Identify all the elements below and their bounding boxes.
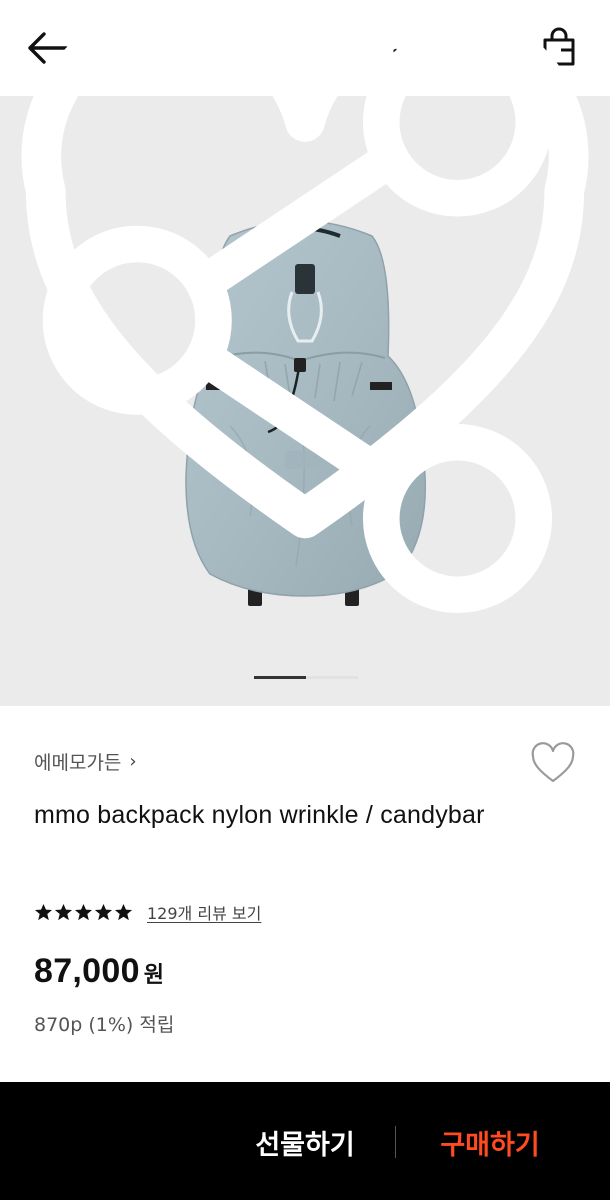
carousel-indicator-inactive xyxy=(306,676,358,679)
product-title: mmo backpack nylon wrinkle / candybar xyxy=(34,801,485,829)
star-icon xyxy=(74,903,93,920)
chevron-right-icon: › xyxy=(129,751,137,772)
share-icon[interactable] xyxy=(0,0,610,641)
price-unit: 원 xyxy=(143,963,165,988)
star-icon xyxy=(54,903,73,920)
heart-outline-icon[interactable] xyxy=(530,742,576,786)
review-link[interactable]: 129개 리뷰 보기 xyxy=(147,900,261,924)
star-icon xyxy=(114,903,133,920)
buy-button[interactable]: 구매하기 xyxy=(410,1110,570,1174)
star-rating xyxy=(34,903,133,922)
rating-row: 129개 리뷰 보기 xyxy=(34,900,261,924)
star-icon xyxy=(34,903,53,920)
price: 87,000 원 xyxy=(34,952,164,991)
star-icon xyxy=(94,903,113,920)
brand-name: 에메모가든 xyxy=(34,752,122,774)
carousel-indicator-active xyxy=(254,676,306,679)
points-earned: 870p (1%) 적립 xyxy=(34,1014,175,1036)
divider xyxy=(395,1126,396,1158)
brand-link[interactable]: 에메모가든 › xyxy=(34,748,137,775)
price-amount: 87,000 xyxy=(34,952,140,990)
gift-button[interactable]: 선물하기 xyxy=(226,1110,384,1174)
